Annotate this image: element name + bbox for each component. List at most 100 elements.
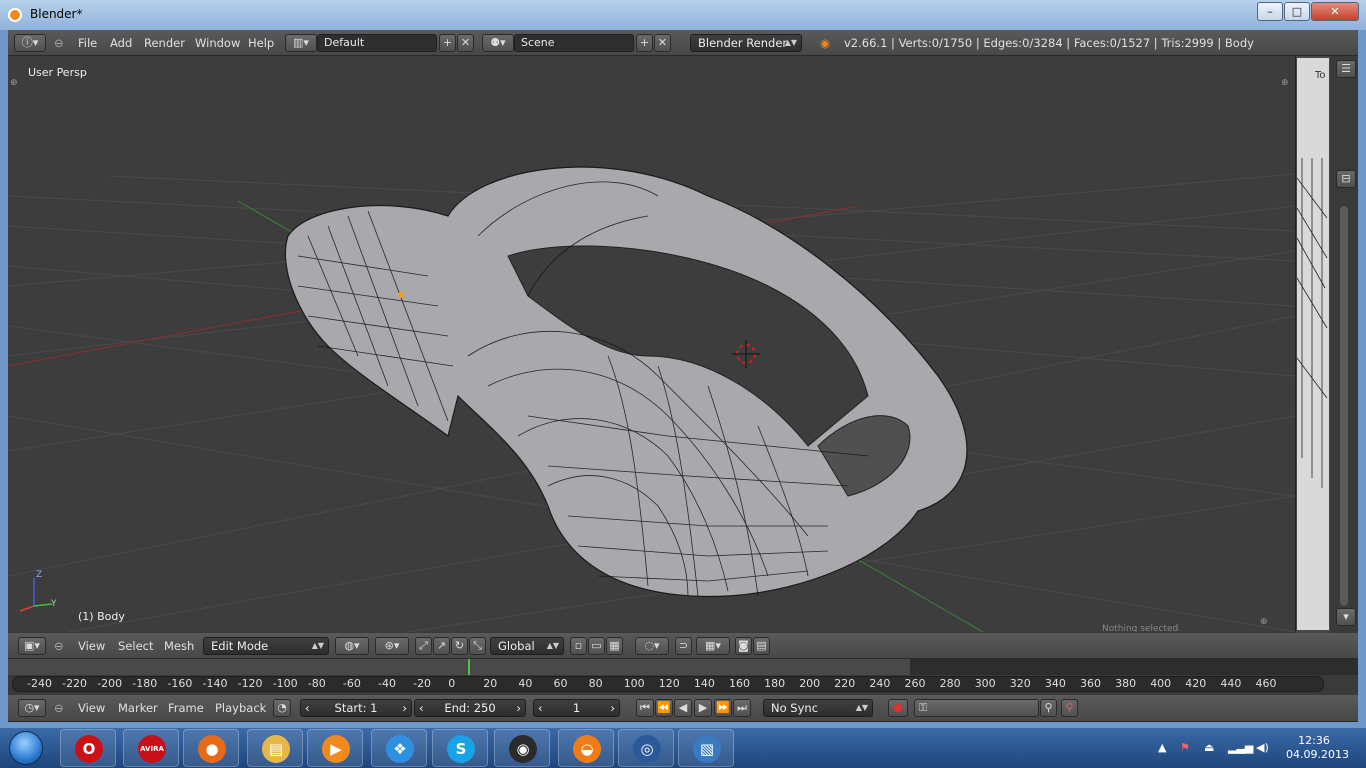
region-expand-icon[interactable]: ⊕ [1260,617,1268,627]
render-image-icon[interactable]: ◙ [735,637,752,655]
taskbar-avira-button[interactable]: AVIRA [123,729,179,767]
menu-frame[interactable]: Frame [168,701,204,715]
taskbar-media-player-button[interactable]: ▶ [307,729,363,767]
menu-select[interactable]: Select [118,639,153,653]
render-animation-icon[interactable]: ▤ [753,637,770,655]
vertex-select-icon[interactable]: ▫ [570,637,587,655]
screen-layout-field[interactable]: Default [317,34,437,52]
menu-add[interactable]: Add [110,36,132,50]
scrollbar[interactable] [1340,206,1348,606]
network-icon[interactable]: ▂▃▅ [1228,741,1253,754]
menu-mesh[interactable]: Mesh [164,639,194,653]
scale-manipulator-icon[interactable]: ⤡ [469,637,486,655]
taskbar-explorer-button[interactable]: ▤ [247,729,303,767]
sync-mode-select[interactable]: No Sync ▲▼ [763,699,873,717]
edge-select-icon[interactable]: ▭ [588,637,605,655]
menu-help[interactable]: Help [248,36,274,50]
collapse-icon[interactable]: ⊖ [54,701,64,715]
editor-type-timeline-button[interactable]: ◷▾ [18,699,46,717]
properties-toggle-icon[interactable]: ⊕ [1281,78,1289,88]
menu-window[interactable]: Window [195,36,240,50]
outliner-editor-button[interactable]: ☰ [1336,60,1356,78]
snap-element-button[interactable]: ▦▾ [696,637,730,655]
taskbar-firefox-button[interactable]: ● [183,729,239,767]
scene-icon[interactable]: ⚉▾ [482,34,514,52]
keying-set-field[interactable]: ⚿ [914,699,1039,717]
outliner-preview[interactable]: To [1297,58,1329,630]
viewport-canvas[interactable] [8,56,1295,632]
system-clock[interactable]: 12:36 04.09.2013 [1286,734,1349,762]
pivot-point-button[interactable]: ⊛▾ [375,637,409,655]
insert-keyframe-icon[interactable]: ⚲ [1040,699,1057,717]
3d-viewport[interactable]: User Persp Z Y (1) Body Nothing selected… [8,56,1295,632]
start-frame-field[interactable]: ‹ Start: 1 › [300,699,412,717]
current-frame-indicator[interactable] [468,659,470,675]
play-reverse-icon[interactable]: ◀ [674,699,692,717]
render-engine-select[interactable]: Blender Render ▲▼ [690,34,802,52]
editor-type-button[interactable]: ▾ [1336,608,1356,626]
preview-range-icon[interactable]: ◔ [273,699,291,717]
next-keyframe-icon[interactable]: ⏩ [714,699,732,717]
scene-field[interactable]: Scene [514,34,634,52]
timeline-tick: 20 [483,677,498,690]
taskbar-photo-viewer-button[interactable]: ▧ [678,729,734,767]
taskbar-blender-button[interactable]: ◒ [558,729,614,767]
usb-icon[interactable]: ⏏ [1204,741,1214,754]
proportional-editing-button[interactable]: ◌▾ [635,637,669,655]
jump-start-icon[interactable]: ⏮ [636,699,654,717]
remove-layout-button[interactable]: ✕ [457,34,474,52]
taskbar-opera-button[interactable]: O [60,729,116,767]
end-frame-field[interactable]: ‹ End: 250 › [414,699,526,717]
taskbar-steam-button[interactable]: ◉ [494,729,550,767]
menu-view[interactable]: View [78,701,105,715]
add-layout-button[interactable]: + [439,34,456,52]
close-button[interactable]: ✕ [1311,2,1359,21]
maximize-button[interactable]: □ [1284,2,1310,21]
menu-marker[interactable]: Marker [118,701,158,715]
jump-end-icon[interactable]: ⏭ [733,699,751,717]
current-frame-field[interactable]: ‹ 1 › [533,699,620,717]
snap-toggle-icon[interactable]: ⊃ [675,637,692,655]
delete-keyframe-icon[interactable]: ⚲ [1061,699,1078,717]
minimize-button[interactable]: – [1257,2,1283,21]
action-center-icon[interactable]: ⚑ [1180,741,1190,754]
volume-icon[interactable]: ◀) [1256,741,1269,754]
record-icon[interactable]: ● [888,699,908,717]
editor-type-3d-button[interactable]: ▣▾ [18,637,46,655]
menu-view[interactable]: View [78,639,105,653]
editor-type-info-button[interactable]: ⓘ▾ [14,34,46,52]
collapse-icon[interactable]: ⊖ [54,36,64,50]
properties-editor-button[interactable]: ⊟ [1336,170,1356,188]
menu-render[interactable]: Render [144,36,185,50]
active-object-label: (1) Body [78,610,125,623]
mode-select[interactable]: Edit Mode ▲▼ [203,637,329,655]
toolshelf-toggle-icon[interactable]: ⊕ [10,78,18,88]
menu-playback[interactable]: Playback [215,701,266,715]
car-body-mesh[interactable] [284,166,968,598]
add-scene-button[interactable]: + [636,34,653,52]
timeline-ruler[interactable]: -240 -220 -200 -180 -160 -140 -120 -100 -80 -60 -4… [12,676,1324,692]
rotate-manipulator-icon[interactable]: ↻ [451,637,468,655]
show-hidden-icons-icon[interactable]: ▲ [1158,741,1166,754]
viewport-shading-button[interactable]: ◍▾ [335,637,369,655]
taskbar-camera-app-button[interactable]: ◎ [618,729,674,767]
prev-keyframe-icon[interactable]: ⏪ [655,699,673,717]
taskbar-skype-button[interactable]: S [432,729,488,767]
sync-mode-label: No Sync [771,701,819,715]
play-icon[interactable]: ▶ [694,699,712,717]
collapse-icon[interactable]: ⊖ [54,639,64,653]
face-select-icon[interactable]: ▦ [606,637,623,655]
manipulator-toggle-icon[interactable]: ⤢ [415,637,432,655]
info-header: ⓘ▾ ⊖ File Add Render Window Help ▥▾ Defa… [8,30,1358,56]
screen-layout-icon[interactable]: ▥▾ [285,34,317,52]
timeline-header: ◷▾ ⊖ View Marker Frame Playback ◔ ‹ Start… [8,695,1358,722]
start-button[interactable] [2,728,50,768]
menu-file[interactable]: File [78,36,97,50]
translate-manipulator-icon[interactable]: ↗ [433,637,450,655]
timeline-strip[interactable] [8,659,1358,675]
remove-scene-button[interactable]: ✕ [654,34,671,52]
timeline-tick: 160 [729,677,750,690]
taskbar-network-app-button[interactable]: ❖ [371,729,427,767]
transform-orientation-select[interactable]: Global ▲▼ [490,637,564,655]
timeline-tick: 140 [693,677,715,690]
